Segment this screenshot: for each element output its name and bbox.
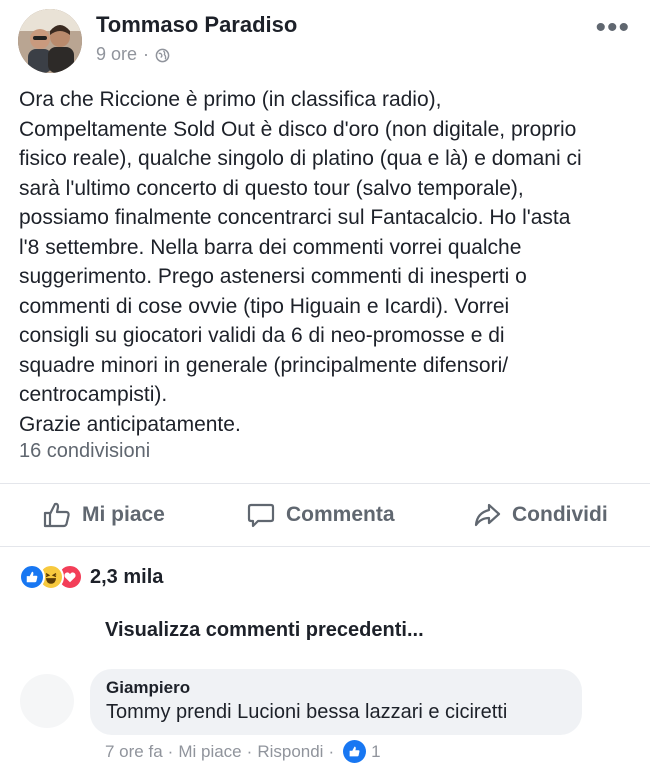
thumbs-up-icon — [43, 502, 70, 528]
comment-reply-link[interactable]: Rispondi — [257, 742, 323, 762]
meta-separator: · — [143, 44, 150, 64]
comment-text: Tommy prendi Lucioni bessa lazzari e cic… — [106, 701, 508, 723]
share-label: Condividi — [512, 503, 608, 526]
globe-icon — [155, 47, 170, 63]
meta-separator: · — [246, 741, 253, 761]
like-label: Mi piace — [82, 503, 165, 526]
more-horizontal-icon[interactable]: ••• — [595, 13, 630, 43]
comment-button[interactable]: Commenta — [246, 484, 395, 546]
meta-separator: · — [328, 741, 335, 761]
comment-label: Commenta — [286, 503, 395, 526]
post-actions: Mi piace Commenta Condividi — [0, 484, 650, 546]
comment-meta: 7 ore fa · Mi piace · Rispondi · 1 — [105, 740, 381, 763]
view-previous-comments-link[interactable]: Visualizza commenti precedenti... — [105, 619, 424, 642]
post-header: Tommaso Paradiso 9 ore · ••• — [0, 0, 650, 80]
post-time[interactable]: 9 ore — [96, 44, 137, 65]
comment-icon — [247, 503, 275, 528]
post-meta: 9 ore · — [96, 44, 170, 65]
commenter-avatar[interactable] — [20, 674, 74, 728]
reactions-summary[interactable]: 2,3 mila — [19, 564, 163, 590]
author-name[interactable]: Tommaso Paradiso — [96, 12, 297, 38]
post-body: Ora che Riccione è primo (in classifica … — [19, 88, 582, 436]
share-button[interactable]: Condividi — [472, 484, 608, 546]
like-button[interactable]: Mi piace — [42, 484, 165, 546]
reaction-count: 2,3 mila — [90, 565, 164, 588]
comment-bubble: Giampiero Tommy prendi Lucioni bessa laz… — [90, 669, 582, 735]
author-avatar[interactable] — [18, 9, 82, 73]
divider — [0, 546, 650, 547]
comment-time[interactable]: 7 ore fa — [105, 742, 163, 762]
shares-count[interactable]: 16 condivisioni — [19, 440, 150, 463]
share-arrow-icon — [474, 503, 501, 527]
comment-like-count[interactable]: 1 — [371, 742, 380, 762]
like-reaction-icon — [19, 564, 45, 590]
commenter-name[interactable]: Giampiero — [106, 678, 566, 698]
comment-like-link[interactable]: Mi piace — [178, 742, 241, 762]
meta-separator: · — [167, 741, 174, 761]
like-reaction-icon — [343, 740, 367, 763]
